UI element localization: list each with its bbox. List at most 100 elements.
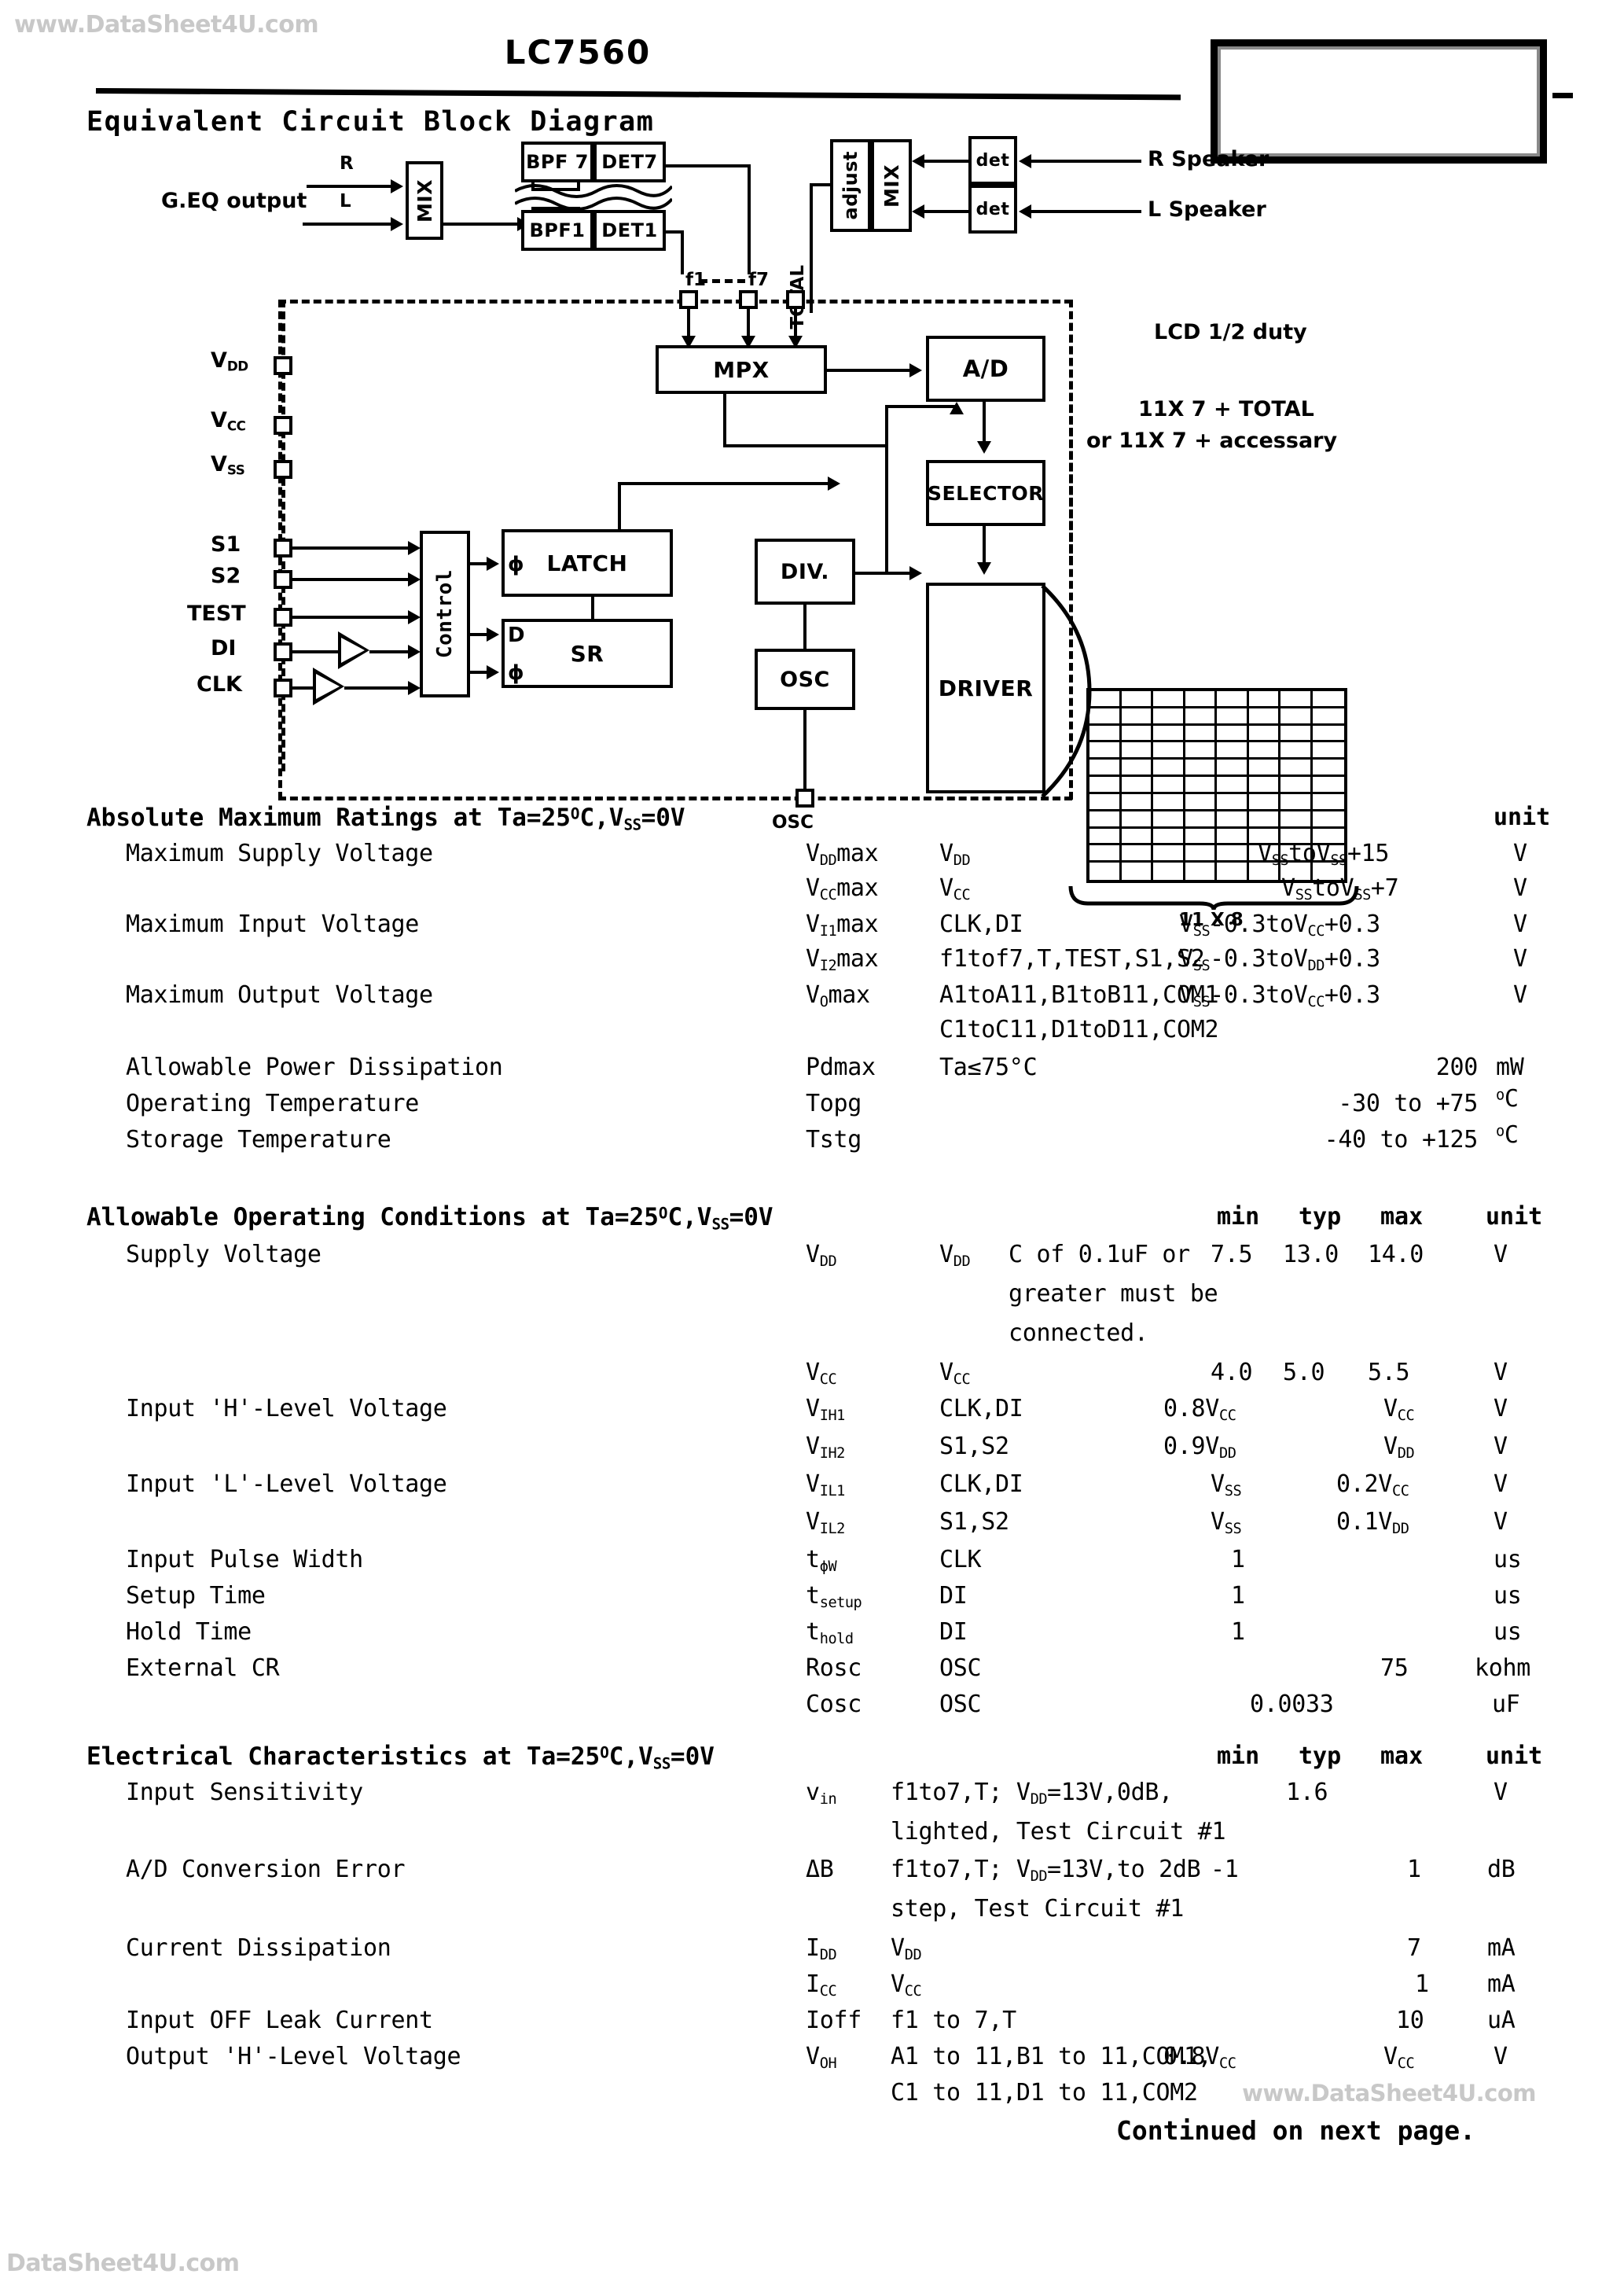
div-block: DIV. [755,539,855,605]
mpx-label: MPX [713,356,770,383]
abs-row-value: VSStoVSS+15 [1258,840,1390,870]
bpf7-label: BPF 7 [526,151,589,173]
arrow-l-in [391,217,403,231]
pad-s2 [274,570,292,589]
lcd-cell [1089,793,1122,811]
pad-clk [274,679,292,697]
line-r-speaker [1031,160,1141,163]
lcd-cell [1089,760,1122,778]
lcd-cell [1312,811,1344,829]
abs-row-condition: CLK,DI [939,911,1023,938]
lcd-cell [1312,691,1344,708]
op-row-unit: V [1494,1241,1508,1268]
ec-row-unit: dB [1487,1856,1516,1883]
vss-label: VSS [211,452,245,478]
line-det1-out [664,230,684,234]
det1-label: DET1 [601,219,658,241]
op-row-condition: DI [939,1582,968,1610]
lcd-cell [1153,760,1185,778]
line-det1-down [681,230,684,274]
op-row-symbol: thold [806,1618,854,1648]
abs-row-unit: V [1513,874,1527,902]
abs-row-condition: A1toA11,B1toB11,COM1 [939,981,1219,1009]
line-det7-out [664,164,751,167]
chip-boundary-top [278,300,1072,304]
lcd-cell [1185,845,1217,863]
sr-block: SR [502,619,673,688]
ec-row-symbol: ΔB [806,1856,834,1883]
line-f7-to-mpx [747,309,750,339]
lcd-cell [1089,811,1122,829]
lcd-cell [1153,691,1185,708]
pad-test [274,608,292,627]
mix-input-block: MIX [406,161,443,240]
line-latch-to-selector [618,482,830,485]
datasheet-page: www.DataSheet4U.com www.DataSheet4U.com … [0,0,1624,2296]
det-r-label: det [976,150,1010,171]
op-row-condition: DI [939,1618,968,1646]
lcd-cell [1280,725,1313,743]
line-mpx-across [723,444,888,447]
op-row-name: Hold Time [126,1618,252,1646]
arrow-selector-driver [977,562,991,575]
op-row-symbol: tϕW [806,1546,837,1576]
op-row-min: 7.5 [1211,1241,1253,1268]
lcd-cell [1185,691,1217,708]
watermark-bottom: DataSheet4U.com [6,2250,240,2277]
op-row-symbol: VIL1 [806,1470,845,1500]
pad-vss [274,460,292,479]
abs-row-condition: f1tof7,T,TEST,S1,S2 [939,945,1205,973]
op-row-min: 4.0 [1211,1359,1253,1386]
control-block: Control [420,531,470,697]
lcd-cell [1217,845,1249,863]
op-row-note: greater must be [1009,1280,1218,1308]
op-row-unit: V [1494,1395,1508,1422]
lcd-cell [1248,725,1280,743]
lcd-cell [1217,811,1249,829]
header-rule [95,88,1181,101]
line-total-up [810,183,813,313]
abs-row-name: Maximum Input Voltage [126,911,419,938]
op-row-unit: us [1494,1582,1522,1610]
op-row-condition: OSC [939,1654,982,1682]
lcd-cell [1312,726,1344,743]
op-row-symbol: VIH2 [806,1433,845,1463]
line-mix-to-bpf [443,223,520,226]
det-l-label: det [976,199,1010,219]
ec-row-condition: f1to7,T; VDD=13V,to 2dB [891,1856,1201,1886]
op-row-note: C of 0.1uF or [1009,1241,1190,1268]
lcd-cell [1089,725,1122,743]
pad-f1 [679,290,698,309]
lcd-cell [1312,708,1344,726]
lcd-cell [1217,691,1249,708]
abs-row-symbol: VI1max [806,911,879,940]
lcd-cell [1089,863,1122,880]
abs-row-symbol: VCCmax [806,874,879,904]
page-title: LC7560 [504,33,652,72]
op-row-max: 0.1VDD [1336,1508,1409,1538]
lcd-cell [1153,708,1185,726]
input-l-label: L [340,191,351,212]
op-row-min: VSS [1211,1470,1242,1500]
lcd-cell [1217,777,1249,794]
op-row-symbol: VIH1 [806,1395,845,1425]
mix-input-label: MIX [413,178,436,223]
lcd-cell [1185,777,1217,794]
lcd-cell [1121,845,1153,863]
abs-row-name: Allowable Power Dissipation [126,1054,503,1081]
electrical-typ-header: typ [1299,1742,1342,1770]
op-row-unit: us [1494,1546,1522,1573]
lcd-cell [1248,708,1280,726]
lcd-cell [1185,828,1217,846]
ec-row-condition: step, Test Circuit #1 [891,1895,1184,1923]
abs-row-condition: VCC [939,874,971,904]
pad-total [786,290,805,309]
selector-label: SELECTOR [928,481,1044,505]
op-row-symbol: Cosc [806,1691,862,1718]
ad-label: A/D [962,355,1009,382]
lcd-cell [1248,811,1280,829]
dashed-f1-f7-span [700,279,745,283]
lcd-config1-label: 11X 7 + TOTAL [1138,397,1314,421]
vcc-label: VCC [211,408,246,434]
line-selector-to-driver [983,526,986,564]
